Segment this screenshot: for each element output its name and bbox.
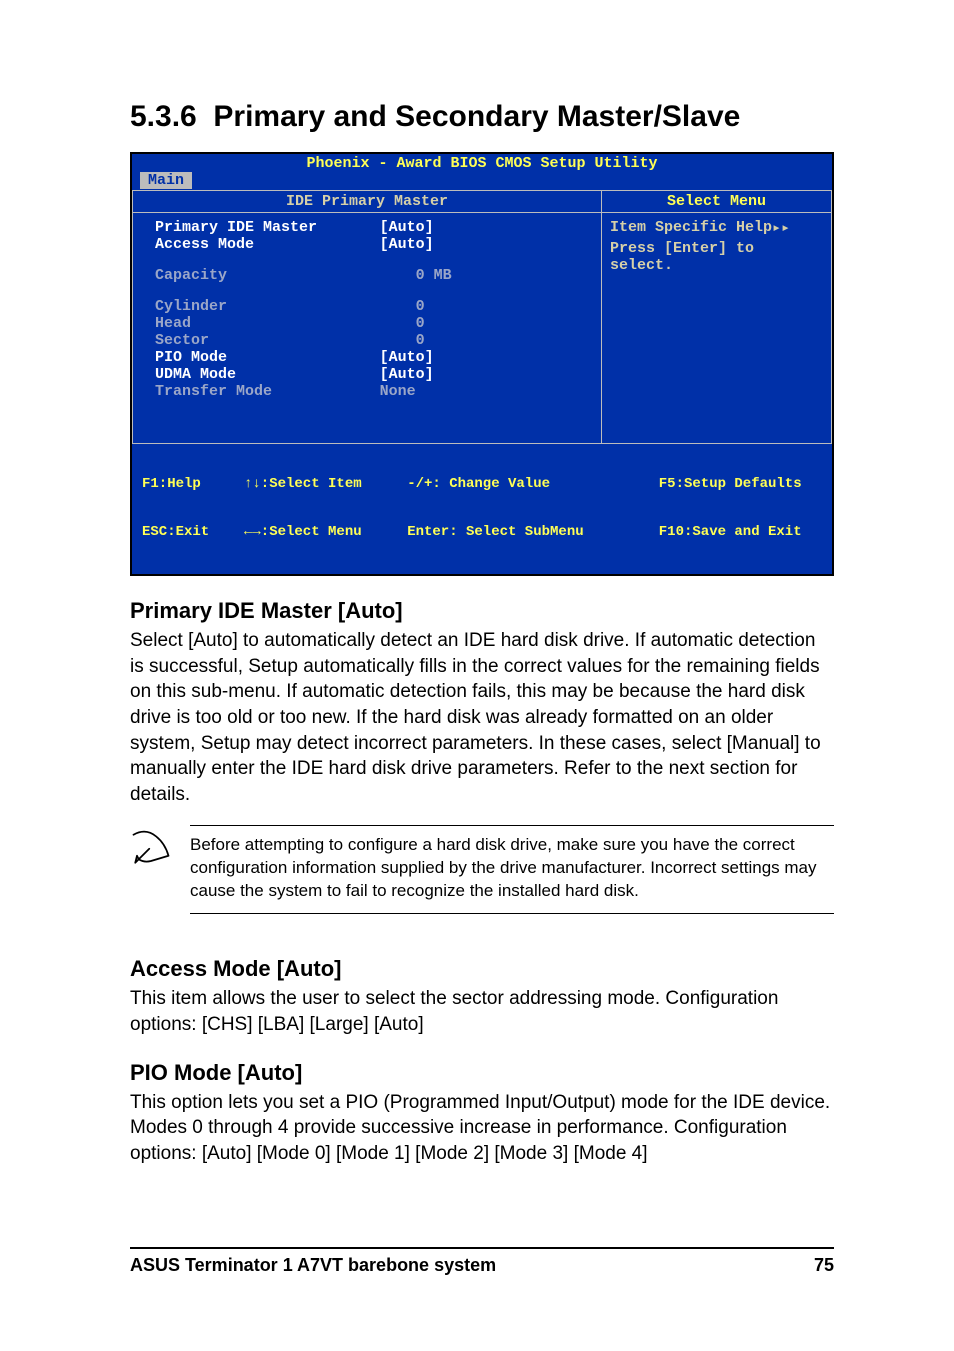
bios-setting-row: Transfer ModeNone — [155, 383, 587, 400]
bios-setting-value: 0 — [380, 332, 587, 349]
bios-settings-list: Primary IDE Master[Auto]Access Mode[Auto… — [133, 213, 601, 443]
bios-help-body: Press [Enter] to select. — [610, 240, 823, 274]
bios-setting-row: Sector 0 — [155, 332, 587, 349]
footer-page-number: 75 — [814, 1255, 834, 1276]
access-mode-body: This item allows the user to select the … — [130, 986, 834, 1037]
note-pencil-icon — [130, 825, 176, 870]
bios-setting-key: Sector — [155, 332, 380, 349]
bios-setting-value: [Auto] — [380, 236, 587, 253]
bios-setting-key: Access Mode — [155, 236, 380, 253]
bios-footer-help: F1:Help — [142, 476, 244, 492]
section-title-text: Primary and Secondary Master/Slave — [213, 100, 740, 133]
bios-setting-key: PIO Mode — [155, 349, 380, 366]
pio-mode-body: This option lets you set a PIO (Programm… — [130, 1090, 834, 1167]
primary-ide-heading: Primary IDE Master [Auto] — [130, 598, 834, 624]
bios-setting-row: PIO Mode[Auto] — [155, 349, 587, 366]
bios-footer-exit: ESC:Exit — [142, 524, 244, 540]
section-number: 5.3.6 — [130, 100, 197, 133]
bios-setting-value: 0 MB — [380, 267, 587, 284]
bios-footer-save: F10:Save and Exit — [659, 524, 822, 540]
bios-setting-key: Head — [155, 315, 380, 332]
bios-setting-key: Primary IDE Master — [155, 219, 380, 236]
bios-left-header: IDE Primary Master — [133, 191, 601, 213]
bios-setting-row: Head 0 — [155, 315, 587, 332]
bios-setting-value: 0 — [380, 315, 587, 332]
bios-setting-key: Transfer Mode — [155, 383, 380, 400]
bios-left-pane: IDE Primary Master Primary IDE Master[Au… — [132, 190, 601, 444]
bios-setting-value: [Auto] — [380, 366, 587, 383]
help-arrows-icon: ▸▸ — [772, 218, 790, 237]
bios-footer: F1:Help ESC:Exit ↑↓:Select Item ←→:Selec… — [132, 444, 832, 574]
bios-setting-row: Primary IDE Master[Auto] — [155, 219, 587, 236]
bios-footer-change-value: -/+: Change Value — [407, 476, 659, 492]
footer-left: ASUS Terminator 1 A7VT barebone system — [130, 1255, 496, 1276]
page-footer: ASUS Terminator 1 A7VT barebone system 7… — [130, 1247, 834, 1276]
bios-footer-defaults: F5:Setup Defaults — [659, 476, 822, 492]
bios-screenshot: Phoenix - Award BIOS CMOS Setup Utility … — [130, 152, 834, 576]
bios-footer-select-item: ↑↓:Select Item — [244, 476, 407, 492]
bios-footer-select-submenu: Enter: Select SubMenu — [407, 524, 659, 540]
bios-setting-row: Access Mode[Auto] — [155, 236, 587, 253]
note-block: Before attempting to configure a hard di… — [130, 825, 834, 914]
bios-footer-select-menu: ←→:Select Menu — [244, 524, 407, 540]
pio-mode-heading: PIO Mode [Auto] — [130, 1060, 834, 1086]
bios-utility-title: Phoenix - Award BIOS CMOS Setup Utility — [132, 154, 832, 172]
bios-setting-key: Capacity — [155, 267, 380, 284]
bios-help-title: Item Specific Help▸▸ — [610, 217, 823, 236]
bios-setting-row: Cylinder 0 — [155, 298, 587, 315]
bios-setting-row: Capacity 0 MB — [155, 267, 587, 284]
bios-setting-value: 0 — [380, 298, 587, 315]
bios-setting-value: [Auto] — [380, 219, 587, 236]
section-heading: 5.3.6 Primary and Secondary Master/Slave — [130, 100, 834, 134]
bios-right-header: Select Menu — [602, 191, 831, 213]
bios-right-pane: Select Menu Item Specific Help▸▸ Press [… — [601, 190, 832, 444]
bios-setting-row: UDMA Mode[Auto] — [155, 366, 587, 383]
bios-setting-value: None — [380, 383, 587, 400]
bios-tabbar: Main — [132, 172, 832, 190]
note-text: Before attempting to configure a hard di… — [190, 834, 834, 903]
bios-tab-main: Main — [140, 172, 192, 189]
bios-setting-key: Cylinder — [155, 298, 380, 315]
bios-setting-value: [Auto] — [380, 349, 587, 366]
access-mode-heading: Access Mode [Auto] — [130, 956, 834, 982]
primary-ide-body: Select [Auto] to automatically detect an… — [130, 628, 834, 807]
bios-setting-key: UDMA Mode — [155, 366, 380, 383]
